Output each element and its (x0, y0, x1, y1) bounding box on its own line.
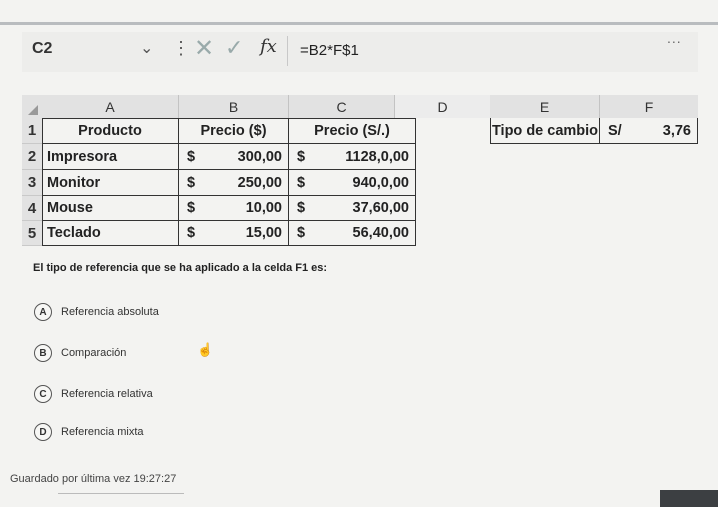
formula-bar: C2 ⌄ ⋮ ✕ ✓ fx =B2*F$1 ... (22, 30, 698, 72)
cell-b5[interactable]: $ 15,00 (179, 221, 289, 246)
last-saved-text: Guardado por última vez 19:27:27 (10, 473, 177, 485)
cell-b2[interactable]: $ 300,00 (179, 144, 289, 170)
hand-cursor-icon: ☝ (197, 342, 214, 357)
cell-c3[interactable]: $ 940,0,00 (289, 170, 416, 196)
option-d-label[interactable]: Referencia mixta (61, 426, 144, 438)
option-b-label[interactable]: Comparación (61, 347, 126, 359)
cell-c3-currency: $ (297, 174, 306, 191)
cell-c2[interactable]: $ 1128,0,00 (289, 144, 416, 170)
column-header-d[interactable]: D (395, 95, 490, 118)
confirm-check-icon[interactable]: ✓ (225, 35, 243, 61)
option-c[interactable]: C Referencia relativa (34, 385, 153, 403)
option-a-label[interactable]: Referencia absoluta (61, 306, 159, 318)
row-header-1[interactable]: 1 (22, 118, 42, 144)
cell-c5[interactable]: $ 56,40,00 (289, 221, 416, 246)
cell-b1[interactable]: Precio ($) (179, 118, 289, 144)
more-icon[interactable]: ... (667, 30, 682, 46)
corner-shadow (660, 490, 718, 507)
column-header-c[interactable]: C (289, 95, 395, 118)
cell-c5-value: 56,40,00 (352, 225, 409, 241)
cell-c1[interactable]: Precio (S/.) (289, 118, 416, 144)
option-a-badge[interactable]: A (34, 303, 52, 321)
top-divider (0, 22, 718, 25)
cell-b2-currency: $ (187, 148, 196, 165)
cell-c4[interactable]: $ 37,60,00 (289, 196, 416, 221)
option-d-badge[interactable]: D (34, 423, 52, 441)
cell-f1-currency: S/ (608, 122, 622, 139)
cell-c5-currency: $ (297, 225, 306, 241)
chevron-down-icon[interactable]: ⌄ (140, 38, 153, 58)
name-box[interactable]: C2 (32, 40, 52, 58)
select-all-icon (28, 105, 38, 115)
cancel-icon[interactable]: ✕ (194, 34, 214, 63)
cell-f1[interactable]: S/ 3,76 (600, 118, 698, 144)
cell-a4[interactable]: Mouse (42, 196, 179, 221)
cell-a5[interactable]: Teclado (42, 221, 179, 246)
cell-b4-value: 10,00 (245, 200, 282, 216)
option-b-badge[interactable]: B (34, 344, 52, 362)
row-header-5[interactable]: 5 (22, 221, 42, 246)
cell-c2-value: 1128,0,00 (345, 148, 409, 165)
cell-b5-currency: $ (187, 225, 196, 241)
question-text: El tipo de referencia que se ha aplicado… (33, 262, 328, 274)
cell-b4-currency: $ (187, 200, 196, 216)
cell-a1[interactable]: Producto (42, 118, 179, 144)
cell-b3-value: 250,00 (237, 174, 282, 191)
cell-c4-currency: $ (297, 200, 306, 216)
row-header-4[interactable]: 4 (22, 196, 42, 221)
row-header-2[interactable]: 2 (22, 144, 42, 170)
cell-b3-currency: $ (187, 174, 196, 191)
option-b[interactable]: B Comparación (34, 344, 126, 362)
column-header-a[interactable]: A (42, 95, 179, 118)
option-a[interactable]: A Referencia absoluta (34, 303, 159, 321)
cell-f1-value: 3,76 (662, 122, 691, 139)
cell-c4-value: 37,60,00 (352, 200, 409, 216)
column-header-f[interactable]: F (600, 95, 698, 118)
saved-underline (58, 493, 184, 494)
cell-b2-value: 300,00 (237, 148, 282, 165)
option-c-label[interactable]: Referencia relativa (61, 388, 153, 400)
cell-c2-currency: $ (297, 148, 306, 165)
option-c-badge[interactable]: C (34, 385, 52, 403)
cell-b3[interactable]: $ 250,00 (179, 170, 289, 196)
cell-c3-value: 940,0,00 (352, 174, 409, 191)
column-header-e[interactable]: E (490, 95, 600, 118)
cell-a2[interactable]: Impresora (42, 144, 179, 170)
fx-icon[interactable]: fx (260, 36, 277, 57)
spreadsheet-grid: A B C D E F 1 2 3 4 5 Producto Precio ($… (22, 95, 698, 250)
cell-e1[interactable]: Tipo de cambio (490, 118, 600, 144)
row-header-3[interactable]: 3 (22, 170, 42, 196)
cell-b5-value: 15,00 (245, 225, 282, 241)
vertical-dots-icon[interactable]: ⋮ (172, 38, 190, 59)
select-all-corner[interactable] (22, 95, 42, 118)
cell-b4[interactable]: $ 10,00 (179, 196, 289, 221)
formula-input[interactable]: =B2*F$1 (300, 42, 359, 59)
option-d[interactable]: D Referencia mixta (34, 423, 144, 441)
formula-separator (287, 36, 288, 66)
column-header-b[interactable]: B (179, 95, 289, 118)
cell-a3[interactable]: Monitor (42, 170, 179, 196)
